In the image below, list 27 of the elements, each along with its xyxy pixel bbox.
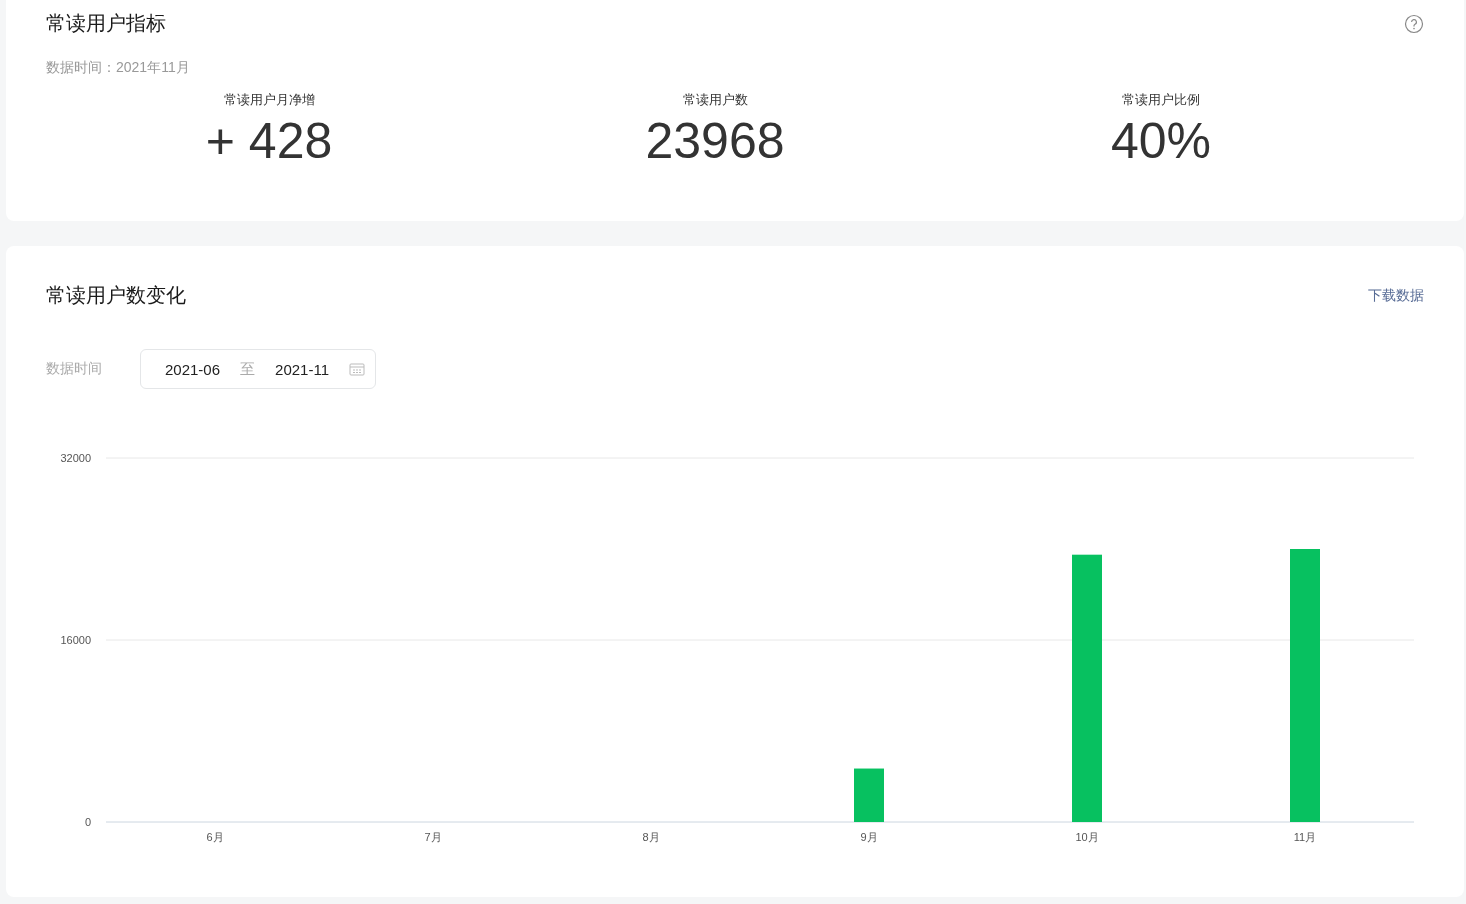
metric-label: 常读用户数 xyxy=(682,91,748,109)
axis-label: 8月 xyxy=(642,831,660,843)
section-title: 常读用户数变化 xyxy=(46,283,186,308)
axis-label: 0 xyxy=(84,816,91,828)
range-separator: 至 xyxy=(240,359,256,379)
metric-value: + 428 xyxy=(205,113,333,169)
metric-label: 常读用户月净增 xyxy=(223,91,315,109)
data-time: 数据时间：2021年11月 xyxy=(46,59,191,77)
calendar-icon[interactable] xyxy=(349,362,365,376)
date-range-picker[interactable]: 2021-06 至 2021-11 xyxy=(140,349,376,389)
help-icon[interactable] xyxy=(1404,13,1424,34)
axis-label: 9月 xyxy=(860,831,878,843)
axis-label: 11月 xyxy=(1293,831,1317,843)
metric-label: 常读用户比例 xyxy=(1122,91,1200,109)
bar xyxy=(854,768,884,822)
end-date: 2021-11 xyxy=(275,360,329,378)
download-link[interactable]: 下载数据 xyxy=(1368,286,1424,305)
axis-label: 16000 xyxy=(60,634,91,646)
field-label: 数据时间 xyxy=(46,360,102,378)
section-title: 常读用户指标 xyxy=(46,11,166,36)
axis-label: 7月 xyxy=(424,831,442,843)
axis-label: 32000 xyxy=(60,452,91,464)
metric-value: 40% xyxy=(1110,113,1212,169)
start-date: 2021-06 xyxy=(165,360,221,378)
metric-value: 23968 xyxy=(645,113,785,169)
axis-label: 10月 xyxy=(1075,831,1099,843)
axis-label: 6月 xyxy=(206,831,224,843)
